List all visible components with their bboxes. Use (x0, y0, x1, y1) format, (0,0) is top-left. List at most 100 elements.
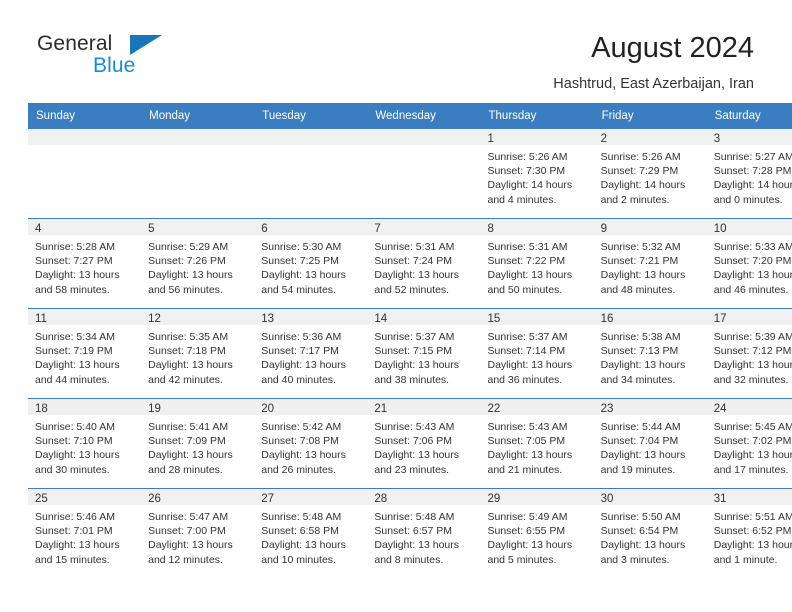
day-number: 2 (593, 129, 707, 145)
calendar-day-cell[interactable]: 15 Sunrise: 5:37 AM Sunset: 7:14 PM Dayligh… (480, 308, 594, 399)
daylight-text: Daylight: 13 hours and 46 minutes. (713, 269, 792, 296)
weekday-header-sunday: Sunday (28, 103, 142, 129)
calendar-day-cell[interactable]: 9 Sunrise: 5:32 AM Sunset: 7:21 PM Daylight… (593, 218, 707, 309)
day-number: 6 (254, 219, 368, 235)
calendar-day-cell[interactable]: 27 Sunrise: 5:48 AM Sunset: 6:58 PM Dayligh… (254, 488, 368, 578)
title-block: August 2024 Hashtrud, East Azerbaijan, I… (553, 30, 754, 93)
sunset-text: Sunset: 7:00 PM (148, 525, 226, 538)
sunset-text: Sunset: 7:09 PM (148, 435, 226, 448)
day-details: Sunrise: 5:27 AM Sunset: 7:28 PM Daylight:… (707, 145, 792, 207)
daylight-text: Daylight: 13 hours and 10 minutes. (261, 539, 346, 566)
calendar-day-cell[interactable]: 18 Sunrise: 5:40 AM Sunset: 7:10 PM Dayligh… (28, 398, 142, 489)
daylight-text: Daylight: 13 hours and 40 minutes. (261, 359, 346, 386)
day-number: 25 (28, 489, 142, 505)
sunrise-text: Sunrise: 5:26 AM (600, 151, 681, 163)
calendar-day-cell[interactable]: 22 Sunrise: 5:43 AM Sunset: 7:05 PM Dayligh… (480, 398, 594, 489)
daylight-text: Daylight: 13 hours and 15 minutes. (35, 539, 120, 566)
calendar-day-cell[interactable]: 24 Sunrise: 5:45 AM Sunset: 7:02 PM Dayligh… (706, 398, 792, 489)
day-number: 26 (141, 489, 255, 505)
sunrise-text: Sunrise: 5:36 AM (261, 331, 342, 343)
calendar-day-cell[interactable]: 7 Sunrise: 5:31 AM Sunset: 7:24 PM Daylight… (367, 218, 481, 309)
calendar-day-cell[interactable]: 2 Sunrise: 5:26 AM Sunset: 7:29 PM Daylight… (593, 129, 707, 219)
calendar-day-cell[interactable]: 20 Sunrise: 5:42 AM Sunset: 7:08 PM Dayligh… (254, 398, 368, 489)
sunset-text: Sunset: 7:06 PM (374, 435, 453, 448)
sunset-text: Sunset: 7:12 PM (713, 345, 792, 358)
day-number: 18 (28, 399, 142, 415)
calendar-day-cell[interactable]: 19 Sunrise: 5:41 AM Sunset: 7:09 PM Dayligh… (141, 398, 255, 489)
daylight-text: Daylight: 14 hours and 4 minutes. (487, 179, 573, 206)
sunrise-text: Sunrise: 5:46 AM (35, 511, 115, 523)
calendar-head: Sunday Monday Tuesday Wednesday Thursday… (28, 103, 792, 129)
daylight-text: Daylight: 13 hours and 12 minutes. (148, 539, 233, 566)
day-details: Sunrise: 5:51 AM Sunset: 6:52 PM Daylight:… (707, 505, 792, 567)
calendar-day-cell[interactable]: 8 Sunrise: 5:31 AM Sunset: 7:22 PM Daylight… (480, 218, 594, 309)
day-number (141, 129, 255, 145)
day-details: Sunrise: 5:34 AM Sunset: 7:19 PM Daylight:… (28, 325, 141, 387)
sunset-text: Sunset: 7:18 PM (148, 345, 226, 358)
calendar-day-cell[interactable]: 30 Sunrise: 5:50 AM Sunset: 6:54 PM Dayligh… (593, 488, 707, 578)
sunset-text: Sunset: 7:25 PM (261, 255, 339, 268)
calendar-day-cell[interactable]: 10 Sunrise: 5:33 AM Sunset: 7:20 PM Dayligh… (706, 218, 792, 309)
day-details: Sunrise: 5:39 AM Sunset: 7:12 PM Daylight:… (707, 325, 792, 387)
daylight-text: Daylight: 13 hours and 42 minutes. (148, 359, 233, 386)
sunset-text: Sunset: 7:13 PM (600, 345, 679, 358)
sunrise-text: Sunrise: 5:31 AM (374, 241, 455, 253)
calendar-day-cell[interactable]: 5 Sunrise: 5:29 AM Sunset: 7:26 PM Daylight… (141, 218, 255, 309)
calendar-day-cell[interactable]: 29 Sunrise: 5:49 AM Sunset: 6:55 PM Dayligh… (480, 488, 594, 578)
sunrise-text: Sunrise: 5:47 AM (148, 511, 229, 523)
calendar-day-cell[interactable]: 12 Sunrise: 5:35 AM Sunset: 7:18 PM Dayligh… (141, 308, 255, 399)
calendar-grid: Sunday Monday Tuesday Wednesday Thursday… (28, 103, 792, 578)
daylight-text: Daylight: 13 hours and 36 minutes. (487, 359, 573, 386)
calendar-day-cell[interactable]: 13 Sunrise: 5:36 AM Sunset: 7:17 PM Dayligh… (254, 308, 368, 399)
daylight-text: Daylight: 13 hours and 23 minutes. (374, 449, 460, 476)
general-blue-logo[interactable]: General Blue (37, 33, 257, 83)
day-number: 15 (480, 309, 594, 325)
daylight-text: Daylight: 13 hours and 54 minutes. (261, 269, 346, 296)
sunset-text: Sunset: 7:26 PM (148, 255, 226, 268)
calendar-day-cell[interactable]: 25 Sunrise: 5:46 AM Sunset: 7:01 PM Dayligh… (28, 488, 142, 578)
calendar-day-cell[interactable]: 21 Sunrise: 5:43 AM Sunset: 7:06 PM Dayligh… (367, 398, 481, 489)
calendar-day-cell[interactable]: 11 Sunrise: 5:34 AM Sunset: 7:19 PM Dayligh… (28, 308, 142, 399)
daylight-text: Daylight: 13 hours and 8 minutes. (374, 539, 460, 566)
sunrise-text: Sunrise: 5:34 AM (35, 331, 115, 343)
daylight-text: Daylight: 13 hours and 3 minutes. (600, 539, 686, 566)
calendar-day-cell[interactable]: 3 Sunrise: 5:27 AM Sunset: 7:28 PM Daylight… (706, 129, 792, 219)
day-details: Sunrise: 5:29 AM Sunset: 7:26 PM Daylight:… (141, 235, 254, 297)
sunrise-text: Sunrise: 5:26 AM (487, 151, 568, 163)
day-details: Sunrise: 5:40 AM Sunset: 7:10 PM Daylight:… (28, 415, 141, 477)
day-details: Sunrise: 5:43 AM Sunset: 7:05 PM Daylight:… (481, 415, 594, 477)
sunset-text: Sunset: 6:54 PM (600, 525, 679, 538)
sunset-text: Sunset: 7:15 PM (374, 345, 453, 358)
sunrise-text: Sunrise: 5:44 AM (600, 421, 681, 433)
calendar-day-cell[interactable]: 26 Sunrise: 5:47 AM Sunset: 7:00 PM Dayligh… (141, 488, 255, 578)
calendar-day-cell-empty (28, 129, 142, 219)
day-number: 13 (254, 309, 368, 325)
day-number: 31 (706, 489, 792, 505)
calendar-day-cell[interactable]: 31 Sunrise: 5:51 AM Sunset: 6:52 PM Dayligh… (706, 488, 792, 578)
day-details: Sunrise: 5:37 AM Sunset: 7:15 PM Daylight:… (367, 325, 480, 387)
calendar-day-cell[interactable]: 6 Sunrise: 5:30 AM Sunset: 7:25 PM Daylight… (254, 218, 368, 309)
day-number: 10 (706, 219, 792, 235)
logo-general-text: General (37, 32, 113, 55)
calendar-day-cell[interactable]: 17 Sunrise: 5:39 AM Sunset: 7:12 PM Dayligh… (706, 308, 792, 399)
sunrise-text: Sunrise: 5:40 AM (35, 421, 115, 433)
sunrise-text: Sunrise: 5:30 AM (261, 241, 342, 253)
day-number: 7 (367, 219, 481, 235)
calendar-day-cell[interactable]: 23 Sunrise: 5:44 AM Sunset: 7:04 PM Dayligh… (593, 398, 707, 489)
day-details: Sunrise: 5:46 AM Sunset: 7:01 PM Daylight:… (28, 505, 141, 567)
sunset-text: Sunset: 7:04 PM (600, 435, 679, 448)
sunrise-text: Sunrise: 5:49 AM (487, 511, 568, 523)
daylight-text: Daylight: 13 hours and 50 minutes. (487, 269, 573, 296)
calendar-page: General Blue August 2024 Hashtrud, East … (0, 0, 792, 612)
day-number: 23 (593, 399, 707, 415)
calendar-day-cell[interactable]: 1 Sunrise: 5:26 AM Sunset: 7:30 PM Daylight… (480, 129, 594, 219)
daylight-text: Daylight: 13 hours and 28 minutes. (148, 449, 233, 476)
day-details: Sunrise: 5:45 AM Sunset: 7:02 PM Daylight:… (707, 415, 792, 477)
calendar-day-cell[interactable]: 4 Sunrise: 5:28 AM Sunset: 7:27 PM Daylight… (28, 218, 142, 309)
daylight-text: Daylight: 13 hours and 38 minutes. (374, 359, 460, 386)
page-subtitle: Hashtrud, East Azerbaijan, Iran (553, 76, 754, 92)
calendar-day-cell[interactable]: 14 Sunrise: 5:37 AM Sunset: 7:15 PM Dayligh… (367, 308, 481, 399)
sunrise-text: Sunrise: 5:50 AM (600, 511, 681, 523)
calendar-day-cell[interactable]: 16 Sunrise: 5:38 AM Sunset: 7:13 PM Dayligh… (593, 308, 707, 399)
calendar-day-cell[interactable]: 28 Sunrise: 5:48 AM Sunset: 6:57 PM Dayligh… (367, 488, 481, 578)
